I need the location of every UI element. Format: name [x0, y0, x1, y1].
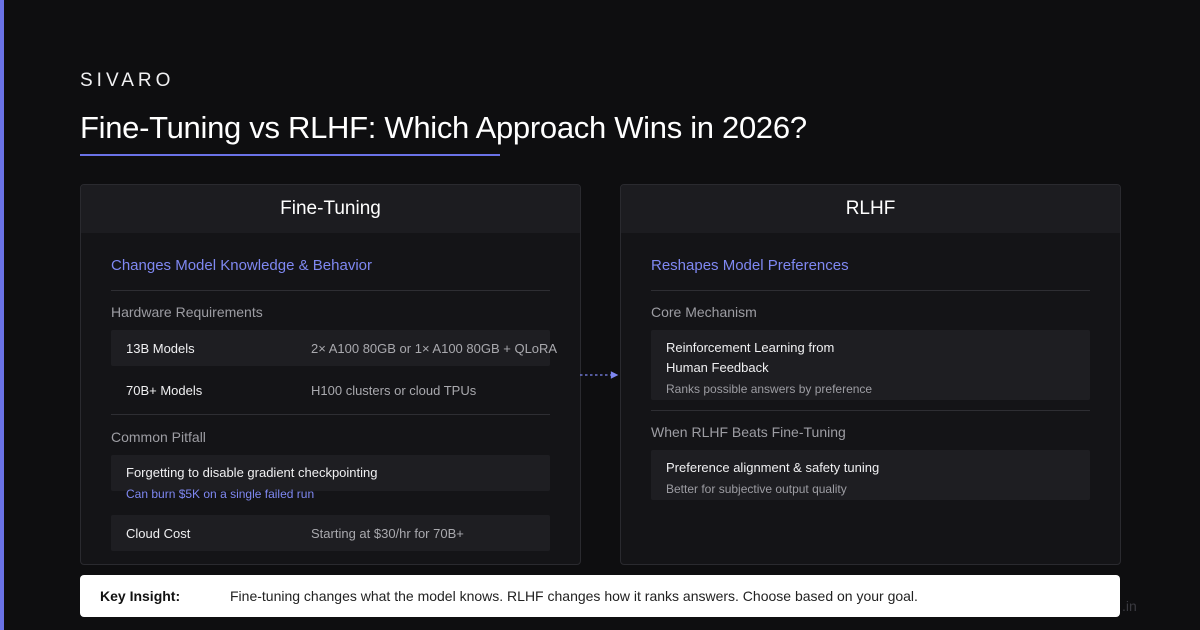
row-value: H100 clusters or cloud TPUs [311, 383, 477, 398]
mechanism-note: Ranks possible answers by preference [666, 382, 873, 396]
table-row: 70B+ Models H100 clusters or cloud TPUs [111, 372, 550, 408]
section-label: When RLHF Beats Fine-Tuning [651, 424, 846, 440]
card-subtitle: Changes Model Knowledge & Behavior [111, 257, 372, 274]
divider [111, 290, 550, 291]
title-underline [80, 154, 500, 156]
card-header: RLHF [621, 185, 1120, 233]
row-key: 13B Models [126, 341, 195, 356]
pitfall-text: Forgetting to disable gradient checkpoin… [126, 465, 378, 480]
beats-text: Preference alignment & safety tuning [666, 460, 880, 475]
fine-tuning-card: Fine-Tuning Changes Model Knowledge & Be… [80, 184, 581, 565]
beats-note: Better for subjective output quality [666, 482, 847, 496]
card-header: Fine-Tuning [81, 185, 580, 233]
pitfall-box: Forgetting to disable gradient checkpoin… [111, 455, 550, 501]
divider [111, 414, 550, 415]
arrow-right-icon [580, 371, 619, 379]
watermark: .in [1122, 598, 1137, 614]
mechanism-box: Reinforcement Learning from Human Feedba… [651, 330, 1090, 400]
page-title: Fine-Tuning vs RLHF: Which Approach Wins… [80, 110, 807, 145]
card-subtitle: Reshapes Model Preferences [651, 257, 849, 274]
pitfall-note: Can burn $5K on a single failed run [126, 487, 315, 501]
mechanism-line: Reinforcement Learning from [666, 340, 835, 355]
section-label: Core Mechanism [651, 304, 757, 320]
divider [651, 410, 1090, 411]
row-key: Cloud Cost [126, 526, 191, 541]
row-value: 2× A100 80GB or 1× A100 80GB + QLoRA [311, 341, 558, 356]
key-insight-bar: Key Insight: Fine-tuning changes what th… [80, 575, 1120, 617]
row-key: 70B+ Models [126, 383, 203, 398]
brand-logo: SIVARO [80, 70, 175, 91]
page: SIVARO Fine-Tuning vs RLHF: Which Approa… [0, 0, 1200, 630]
insight-label: Key Insight: [100, 588, 181, 604]
divider [651, 290, 1090, 291]
table-row: Cloud Cost Starting at $30/hr for 70B+ [111, 515, 550, 551]
section-label: Hardware Requirements [111, 304, 263, 320]
rlhf-card: RLHF Reshapes Model Preferences Core Mec… [620, 184, 1121, 565]
mechanism-line: Human Feedback [666, 360, 769, 375]
beats-box: Preference alignment & safety tuning Bet… [651, 450, 1090, 500]
insight-text: Fine-tuning changes what the model knows… [230, 588, 918, 604]
row-value: Starting at $30/hr for 70B+ [311, 526, 464, 541]
accent-bar [0, 0, 4, 630]
section-label: Common Pitfall [111, 429, 206, 445]
table-row: 13B Models 2× A100 80GB or 1× A100 80GB … [111, 330, 557, 366]
